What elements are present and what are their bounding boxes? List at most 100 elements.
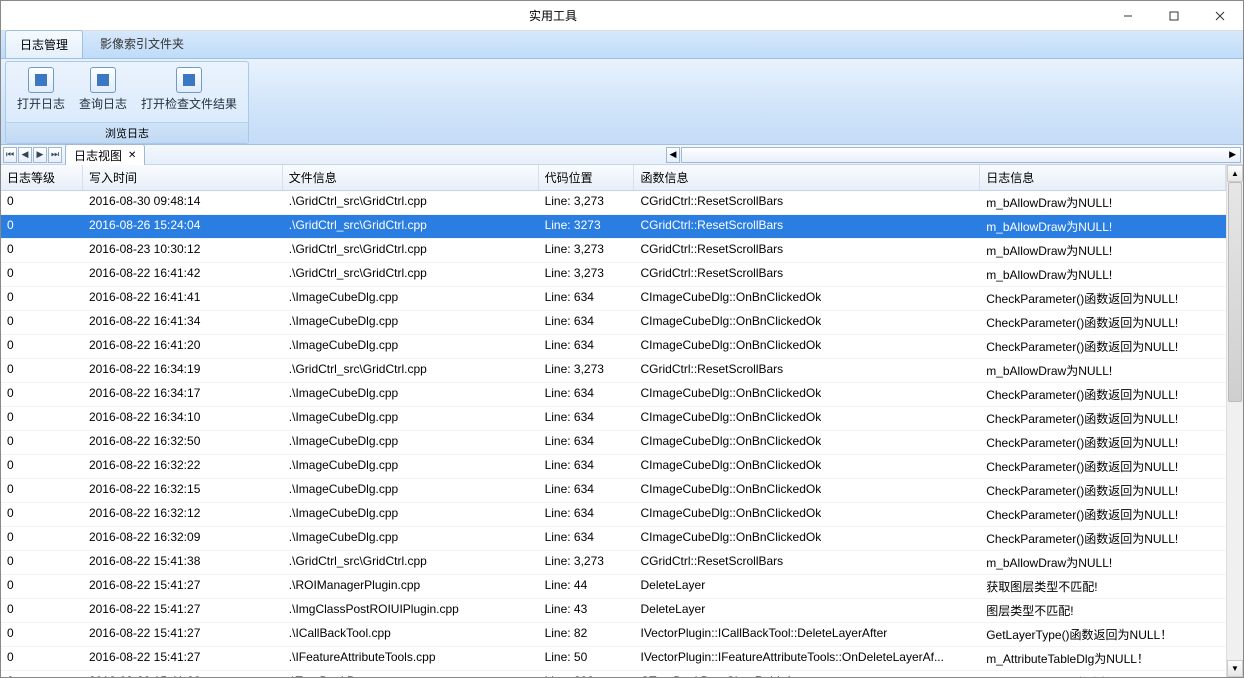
scroll-track[interactable]	[1227, 182, 1243, 660]
close-icon[interactable]: ✕	[128, 150, 136, 161]
nav-next-icon[interactable]: ▶	[33, 147, 47, 163]
table-row[interactable]: 02016-08-22 15:41:38.\GridCtrl_src\GridC…	[1, 551, 1226, 575]
table-row[interactable]: 02016-08-22 16:34:19.\GridCtrl_src\GridC…	[1, 359, 1226, 383]
query-log-button[interactable]: 查询日志	[72, 64, 134, 120]
cell-msg: m_bAllowDraw为NULL!	[980, 191, 1226, 214]
header-msg[interactable]: 日志信息	[980, 165, 1226, 190]
table-row[interactable]: 02016-08-23 10:30:12.\GridCtrl_src\GridC…	[1, 239, 1226, 263]
cell-func: CImageCubeDlg::OnBnClickedOk	[634, 527, 980, 550]
scroll-up-icon[interactable]: ▲	[1227, 165, 1243, 182]
vertical-scrollbar[interactable]: ▲ ▼	[1226, 165, 1243, 677]
cell-func: CImageCubeDlg::OnBnClickedOk	[634, 503, 980, 526]
nav-last-icon[interactable]: ⏭	[48, 147, 62, 163]
table-row[interactable]: 02016-08-22 16:41:20.\ImageCubeDlg.cppLi…	[1, 335, 1226, 359]
cell-msg: CheckParameter()函数返回为NULL!	[980, 527, 1226, 550]
header-time[interactable]: 写入时间	[83, 165, 283, 190]
cell-file: .\ImageCubeDlg.cpp	[283, 335, 539, 358]
cell-file: .\TreeDockBar.cpp	[283, 671, 539, 677]
maximize-button[interactable]	[1151, 1, 1197, 31]
cell-file: .\ImgClassPostROIUIPlugin.cpp	[283, 599, 539, 622]
open-check-result-button[interactable]: 打开检查文件结果	[134, 64, 244, 120]
cell-time: 2016-08-22 16:41:42	[83, 263, 283, 286]
titlebar: 实用工具	[1, 1, 1243, 31]
cell-time: 2016-08-22 16:34:19	[83, 359, 283, 382]
cell-file: .\ImageCubeDlg.cpp	[283, 431, 539, 454]
table-row[interactable]: 02016-08-22 16:41:34.\ImageCubeDlg.cppLi…	[1, 311, 1226, 335]
cell-time: 2016-08-22 16:32:12	[83, 503, 283, 526]
table-row[interactable]: 02016-08-30 09:48:14.\GridCtrl_src\GridC…	[1, 191, 1226, 215]
cell-time: 2016-08-22 16:32:15	[83, 479, 283, 502]
cell-file: .\GridCtrl_src\GridCtrl.cpp	[283, 239, 539, 262]
grid-header-row: 日志等级 写入时间 文件信息 代码位置 函数信息 日志信息	[1, 165, 1226, 191]
cell-func: CImageCubeDlg::OnBnClickedOk	[634, 455, 980, 478]
table-row[interactable]: 02016-08-22 15:41:27.\ImgClassPostROIUIP…	[1, 599, 1226, 623]
cell-func: CImageCubeDlg::OnBnClickedOk	[634, 407, 980, 430]
header-file[interactable]: 文件信息	[283, 165, 539, 190]
cell-loc: Line: 634	[539, 311, 635, 334]
document-tab-log-view[interactable]: 日志视图 ✕	[65, 144, 145, 166]
close-button[interactable]	[1197, 1, 1243, 31]
open-log-label: 打开日志	[17, 95, 65, 112]
cell-file: .\ImageCubeDlg.cpp	[283, 311, 539, 334]
table-row[interactable]: 02016-08-22 16:41:41.\ImageCubeDlg.cppLi…	[1, 287, 1226, 311]
cell-msg: m_bAllowDraw为NULL!	[980, 239, 1226, 262]
scroll-thumb[interactable]	[1228, 182, 1242, 402]
cell-msg: m_AttributeTableDlg为NULL！	[980, 647, 1226, 670]
cell-func: CGridCtrl::ResetScrollBars	[634, 551, 980, 574]
cell-level: 0	[1, 503, 83, 526]
table-row[interactable]: 02016-08-22 15:41:27.\IFeatureAttributeT…	[1, 647, 1226, 671]
cell-func: CGridCtrl::ResetScrollBars	[634, 191, 980, 214]
table-row[interactable]: 02016-08-22 15:41:26.\TreeDockBar.cppLin…	[1, 671, 1226, 677]
hscroll-right-icon[interactable]: ▶	[681, 147, 1241, 163]
cell-msg: CheckParameter()函数返回为NULL!	[980, 383, 1226, 406]
minimize-button[interactable]	[1105, 1, 1151, 31]
cell-func: CImageCubeDlg::OnBnClickedOk	[634, 383, 980, 406]
cell-level: 0	[1, 647, 83, 670]
cell-msg: m_bAllowDraw为NULL!	[980, 215, 1226, 238]
cell-msg: 图层类型不匹配!	[980, 599, 1226, 622]
table-row[interactable]: 02016-08-22 16:32:09.\ImageCubeDlg.cppLi…	[1, 527, 1226, 551]
cell-file: .\ImageCubeDlg.cpp	[283, 287, 539, 310]
scroll-down-icon[interactable]: ▼	[1227, 660, 1243, 677]
cell-time: 2016-08-22 15:41:38	[83, 551, 283, 574]
cell-file: .\IFeatureAttributeTools.cpp	[283, 647, 539, 670]
ribbon-group-label: 浏览日志	[6, 122, 248, 143]
tab-image-index-folder[interactable]: 影像索引文件夹	[85, 29, 199, 58]
cell-func: CImageCubeDlg::OnBnClickedOk	[634, 311, 980, 334]
cell-level: 0	[1, 551, 83, 574]
header-func[interactable]: 函数信息	[634, 165, 980, 190]
cell-level: 0	[1, 671, 83, 677]
cell-func: CTreeDockBar::ClearRgbInfo	[634, 671, 980, 677]
cell-file: .\ImageCubeDlg.cpp	[283, 455, 539, 478]
table-row[interactable]: 02016-08-22 16:32:22.\ImageCubeDlg.cppLi…	[1, 455, 1226, 479]
table-row[interactable]: 02016-08-22 15:41:27.\ROIManagerPlugin.c…	[1, 575, 1226, 599]
tab-log-management[interactable]: 日志管理	[5, 30, 83, 58]
window-controls	[1105, 1, 1243, 31]
header-loc[interactable]: 代码位置	[539, 165, 635, 190]
open-log-button[interactable]: 打开日志	[10, 64, 72, 120]
cell-time: 2016-08-22 16:34:10	[83, 407, 283, 430]
table-row[interactable]: 02016-08-22 16:41:42.\GridCtrl_src\GridC…	[1, 263, 1226, 287]
cell-msg: CheckParameter()函数返回为NULL!	[980, 479, 1226, 502]
cell-func: CImageCubeDlg::OnBnClickedOk	[634, 335, 980, 358]
cell-loc: Line: 3,273	[539, 551, 635, 574]
cell-loc: Line: 634	[539, 527, 635, 550]
log-grid[interactable]: 日志等级 写入时间 文件信息 代码位置 函数信息 日志信息 02016-08-3…	[1, 165, 1226, 677]
nav-first-icon[interactable]: ⏮	[3, 147, 17, 163]
cell-msg: CheckParameter()函数返回为NULL!	[980, 431, 1226, 454]
table-row[interactable]: 02016-08-22 16:32:50.\ImageCubeDlg.cppLi…	[1, 431, 1226, 455]
header-level[interactable]: 日志等级	[1, 165, 83, 190]
table-row[interactable]: 02016-08-22 16:34:10.\ImageCubeDlg.cppLi…	[1, 407, 1226, 431]
cell-loc: Line: 3273	[539, 215, 635, 238]
cell-time: 2016-08-22 15:41:26	[83, 671, 283, 677]
table-row[interactable]: 02016-08-26 15:24:04.\GridCtrl_src\GridC…	[1, 215, 1226, 239]
table-row[interactable]: 02016-08-22 15:41:27.\ICallBackTool.cppL…	[1, 623, 1226, 647]
table-row[interactable]: 02016-08-22 16:34:17.\ImageCubeDlg.cppLi…	[1, 383, 1226, 407]
document-nav-row: ⏮ ◀ ▶ ⏭ 日志视图 ✕ ◀ ▶	[1, 145, 1243, 165]
cell-msg: 获取图层类型不匹配!	[980, 575, 1226, 598]
table-row[interactable]: 02016-08-22 16:32:15.\ImageCubeDlg.cppLi…	[1, 479, 1226, 503]
hscroll-left-icon[interactable]: ◀	[666, 147, 680, 163]
app-window: 实用工具 日志管理 影像索引文件夹 打开日志 查询日志	[0, 0, 1244, 678]
table-row[interactable]: 02016-08-22 16:32:12.\ImageCubeDlg.cppLi…	[1, 503, 1226, 527]
nav-prev-icon[interactable]: ◀	[18, 147, 32, 163]
